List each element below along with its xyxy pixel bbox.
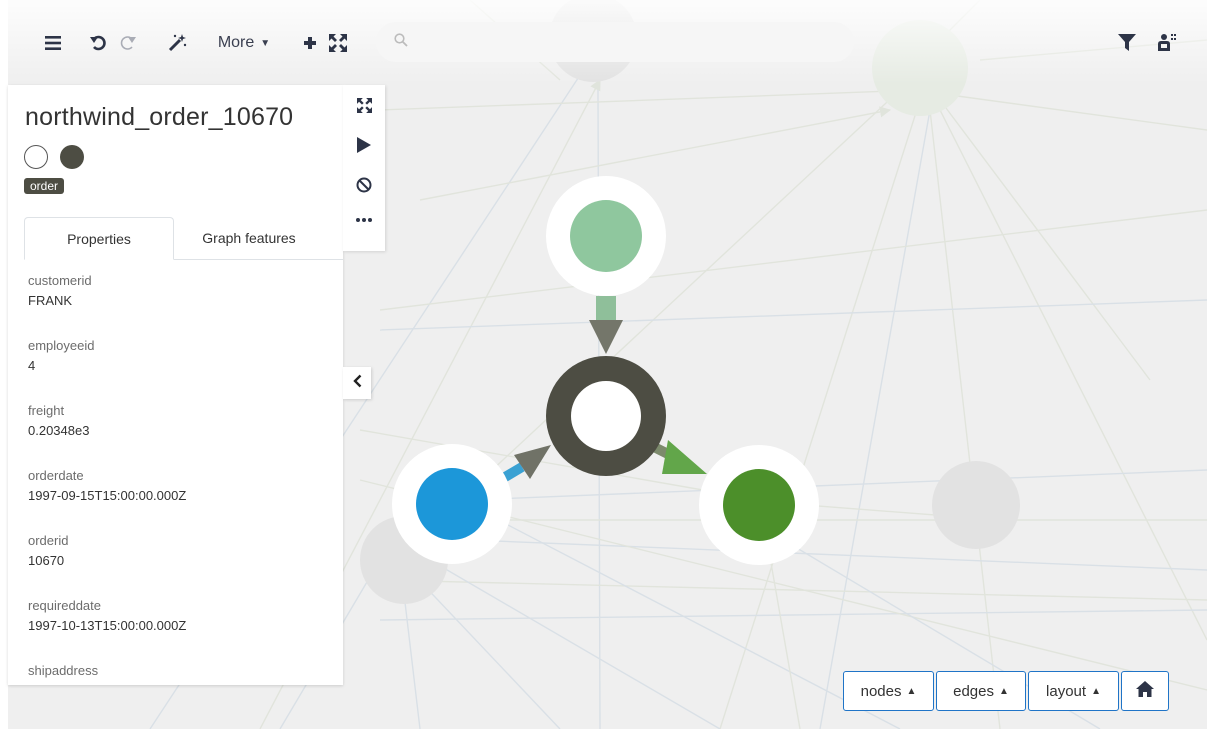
collapse-panel-button[interactable] [343,367,371,399]
tab-properties[interactable]: Properties [24,217,174,260]
search-input[interactable] [416,26,840,58]
property-row: shipaddress [28,662,328,685]
search-icon [394,32,408,52]
chevron-down-icon: ▼ [260,37,271,49]
property-value: 4 [28,358,36,373]
node-title: northwind_order_10670 [25,103,294,131]
undo-icon[interactable] [86,28,112,58]
node-order-selected[interactable] [546,356,666,476]
edge-green-to-order[interactable] [589,296,623,354]
property-value: 0.20348e3 [28,423,90,438]
chevron-up-icon: ▲ [998,685,1009,697]
property-value: 1997-10-13T15:00:00.000Z [28,618,187,633]
edge-order-to-green[interactable] [647,440,707,474]
property-row: orderid 10670 [28,532,328,597]
search-bar[interactable] [376,22,854,62]
property-row: customerid FRANK [28,272,328,337]
magic-wand-icon[interactable] [162,28,192,58]
redo-icon[interactable] [114,28,140,58]
property-key: orderid [28,533,69,548]
home-icon [1136,681,1154,701]
node-blue[interactable] [392,444,512,564]
property-key: freight [28,403,65,418]
background-node [872,20,968,116]
expand-icon[interactable] [343,85,385,125]
node-style-outline-swatch[interactable] [24,145,48,169]
property-row: orderdate 1997-09-15T15:00:00.000Z [28,467,328,532]
collapse-icon[interactable] [298,28,322,58]
person-icon[interactable] [1153,28,1181,58]
edges-menu-label: edges [953,682,994,700]
hamburger-icon[interactable] [38,28,68,58]
tab-graph-features[interactable]: Graph features [174,217,324,258]
layout-menu-label: layout [1046,682,1087,700]
nodes-menu-button[interactable]: nodes ▲ [843,671,934,711]
property-key: shipaddress [28,663,99,678]
chevron-left-icon [352,374,362,393]
property-key: customerid [28,273,92,288]
category-badge: order [24,178,65,194]
filter-icon[interactable] [1113,28,1141,58]
property-value: 1997-09-15T15:00:00.000Z [28,488,187,503]
node-style-fill-swatch[interactable] [60,145,84,169]
properties-list: customerid FRANK employeeid 4 freight 0.… [28,272,328,685]
property-row: requireddate 1997-10-13T15:00:00.000Z [28,597,328,662]
property-key: requireddate [28,598,101,613]
edges-menu-button[interactable]: edges ▲ [936,671,1026,711]
background-node [932,461,1020,549]
property-key: employeeid [28,338,95,353]
more-menu-button[interactable]: More ▼ [212,28,276,58]
block-icon[interactable] [343,165,385,205]
property-row: employeeid 4 [28,337,328,402]
nodes-menu-label: nodes [860,682,902,700]
property-value: FRANK [28,293,73,308]
more-menu-label: More [217,34,255,51]
layout-menu-button[interactable]: layout ▲ [1028,671,1119,711]
expand-icon[interactable] [326,28,350,58]
panel-action-column [343,85,385,251]
property-value: 10670 [28,553,65,568]
node-green[interactable] [699,445,819,565]
node-details-panel: northwind_order_10670 order Properties G… [8,85,343,685]
node-light-green[interactable] [546,176,666,296]
property-key: orderdate [28,468,84,483]
home-button[interactable] [1121,671,1169,711]
panel-tabs: Properties Graph features [24,217,343,260]
chevron-up-icon: ▲ [1091,685,1101,697]
chevron-up-icon: ▲ [906,685,917,697]
more-dots-icon[interactable] [343,205,385,235]
property-row: freight 0.20348e3 [28,402,328,467]
play-icon[interactable] [343,125,385,165]
